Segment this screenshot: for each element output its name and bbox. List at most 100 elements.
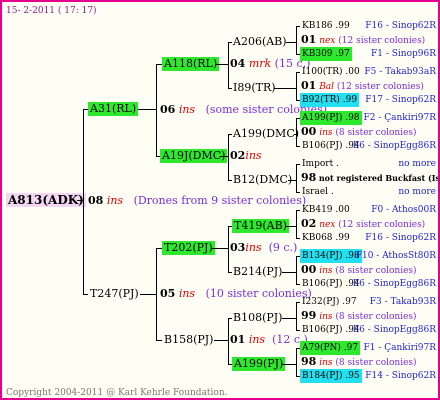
l3-node-3[interactable]: B12(DMC) xyxy=(233,173,292,187)
l4-code-0[interactable]: KB186 .99 xyxy=(302,19,350,33)
l3-gen-0: 01 xyxy=(301,33,317,46)
connector xyxy=(296,210,300,211)
l2-info-0: 04 mrk (15 c.) xyxy=(230,57,310,71)
connector xyxy=(282,364,296,365)
l3-ins-2: ins xyxy=(319,128,333,138)
l2-gen-2: 03 xyxy=(230,241,246,254)
connector xyxy=(286,226,296,227)
l2-node-1[interactable]: A19J(DMC) xyxy=(160,149,228,163)
l4-code-10[interactable]: B134(PJ) .98 xyxy=(300,249,362,263)
l2-ins-2: ins xyxy=(245,241,262,254)
connector xyxy=(286,42,296,43)
connector xyxy=(296,238,300,239)
l3-ins-5: ins xyxy=(319,266,333,276)
l3-desc-6: (8 sister colonies) xyxy=(335,312,417,322)
connector xyxy=(140,294,156,295)
connector xyxy=(296,348,297,376)
l1-node-0[interactable]: A31(RL) xyxy=(88,102,139,116)
l4-right-6: no more xyxy=(398,159,436,169)
l3-node-2[interactable]: A199(DMC) xyxy=(233,127,299,141)
connector xyxy=(288,180,296,181)
l4-code-8[interactable]: KB419 .00 xyxy=(302,203,350,217)
l4-code-14[interactable]: A79(PN) .97 xyxy=(300,341,361,355)
l3-code-3: B12(DMC) xyxy=(233,173,293,186)
l3-gen-row-6: 99 ins (8 sister colonies) xyxy=(301,309,417,324)
l4-code-9[interactable]: KB068 .99 xyxy=(302,231,350,245)
l3-gen-row-3: 98 not registered Buckfast (Israel or xyxy=(301,171,438,186)
l4-code-11[interactable]: B106(PJ) .94 xyxy=(302,277,360,291)
l3-node-5[interactable]: B214(PJ) xyxy=(233,265,282,279)
l4-code-12[interactable]: I232(PJ) .97 xyxy=(302,295,357,309)
date-header: 15- 2-2011 ( 17: 17) xyxy=(6,6,97,16)
l4-code-4[interactable]: A199(PJ) .98 xyxy=(300,111,362,125)
l2-code-3: B158(PJ) xyxy=(164,333,214,346)
l4-code-13[interactable]: B106(PJ) .94 xyxy=(302,323,360,337)
l3-desc-1: (12 sister colonies) xyxy=(336,82,424,92)
l1-node-1[interactable]: T247(PJ) xyxy=(90,287,139,301)
connector xyxy=(296,330,300,331)
l4-right-10: F10 - AthosSt80R xyxy=(355,251,436,261)
connector xyxy=(83,294,88,295)
l4-right-8: F0 - Athos00R xyxy=(371,205,436,215)
connector xyxy=(156,340,162,341)
l1-ins-1: ins xyxy=(178,287,196,300)
l3-node-6[interactable]: B108(PJ) xyxy=(233,311,282,325)
l2-info-1: 02ins xyxy=(230,149,262,163)
connector xyxy=(228,88,232,89)
l2-node-0[interactable]: A118(RL) xyxy=(162,57,220,71)
l3-node-1[interactable]: I89(TR) xyxy=(233,81,276,95)
l4-code-15[interactable]: B184(PJ) .95 xyxy=(300,369,362,383)
l3-desc-7: (8 sister colonies) xyxy=(335,358,417,368)
root-desc: (Drones from 9 sister colonies) xyxy=(133,194,307,207)
l4-right-0: F16 - Sinop62R xyxy=(365,21,436,31)
l3-ins-4: nex xyxy=(319,220,336,230)
l4-code-7[interactable]: Israel . xyxy=(302,185,334,199)
connector xyxy=(228,42,229,88)
l4-code-5[interactable]: B106(PJ) .94 xyxy=(302,139,360,153)
connector xyxy=(296,146,300,147)
l2-info-2: 03ins (9 c.) xyxy=(230,241,297,255)
l2-ins-0: mrk xyxy=(248,57,272,70)
l3-code-2: A199(DMC) xyxy=(233,127,300,140)
connector xyxy=(296,118,297,146)
l3-code-4: T419(AB) xyxy=(234,219,287,232)
l3-desc-0: (12 sister colonies) xyxy=(338,36,426,46)
l2-node-3[interactable]: B158(PJ) xyxy=(164,333,213,347)
l3-node-7[interactable]: A199(PJ) xyxy=(232,357,286,371)
connector xyxy=(156,248,157,340)
l4-code-6[interactable]: Import . xyxy=(302,157,339,171)
l2-gen-3: 01 xyxy=(230,333,246,346)
root-info: 08 ins (Drones from 9 sister colonies) xyxy=(88,194,306,208)
l1-code-1: T247(PJ) xyxy=(90,287,139,300)
root-queen[interactable]: A813(ADK) xyxy=(6,193,86,207)
l4-code-1[interactable]: KB309 .97 xyxy=(300,47,352,61)
l3-desc-4: (12 sister colonies) xyxy=(338,220,426,230)
l4-right-12: F3 - Takab93R xyxy=(369,297,436,307)
l3-node-4[interactable]: T419(AB) xyxy=(232,219,289,233)
l4-code-2[interactable]: I100(TR) .00 xyxy=(302,65,360,79)
l2-ins-1: ins xyxy=(245,149,262,162)
l4-right-13: F6 - SinopEgg86R xyxy=(352,325,436,335)
l3-desc-5: (8 sister colonies) xyxy=(335,266,417,276)
connector xyxy=(214,340,228,341)
l3-ins-7: ins xyxy=(319,358,333,368)
l2-gen-0: 04 xyxy=(230,57,246,70)
l3-code-0: A206(AB) xyxy=(233,35,287,48)
connector xyxy=(296,210,297,238)
connector xyxy=(282,318,296,319)
l3-gen-row-4: 02 nex (12 sister colonies) xyxy=(301,217,425,232)
l3-gen-row-2: 00 ins (8 sister colonies) xyxy=(301,125,417,140)
l2-node-2[interactable]: T202(PJ) xyxy=(162,241,215,255)
l4-right-3: F17 - Sinop62R xyxy=(365,95,436,105)
connector xyxy=(228,134,229,180)
connector xyxy=(296,26,297,54)
root-ins: ins xyxy=(106,194,124,207)
l3-node-0[interactable]: A206(AB) xyxy=(233,35,287,49)
l3-ins-1: Bal xyxy=(319,82,335,92)
l3-gen-row-7: 98 ins (8 sister colonies) xyxy=(301,355,417,370)
connector xyxy=(296,26,300,27)
l3-code-7: A199(PJ) xyxy=(234,357,284,370)
l1-gen-0: 06 xyxy=(160,103,176,116)
l3-gen-row-5: 00 ins (8 sister colonies) xyxy=(301,263,417,278)
l4-code-3[interactable]: B92(TR) .99 xyxy=(300,93,360,107)
